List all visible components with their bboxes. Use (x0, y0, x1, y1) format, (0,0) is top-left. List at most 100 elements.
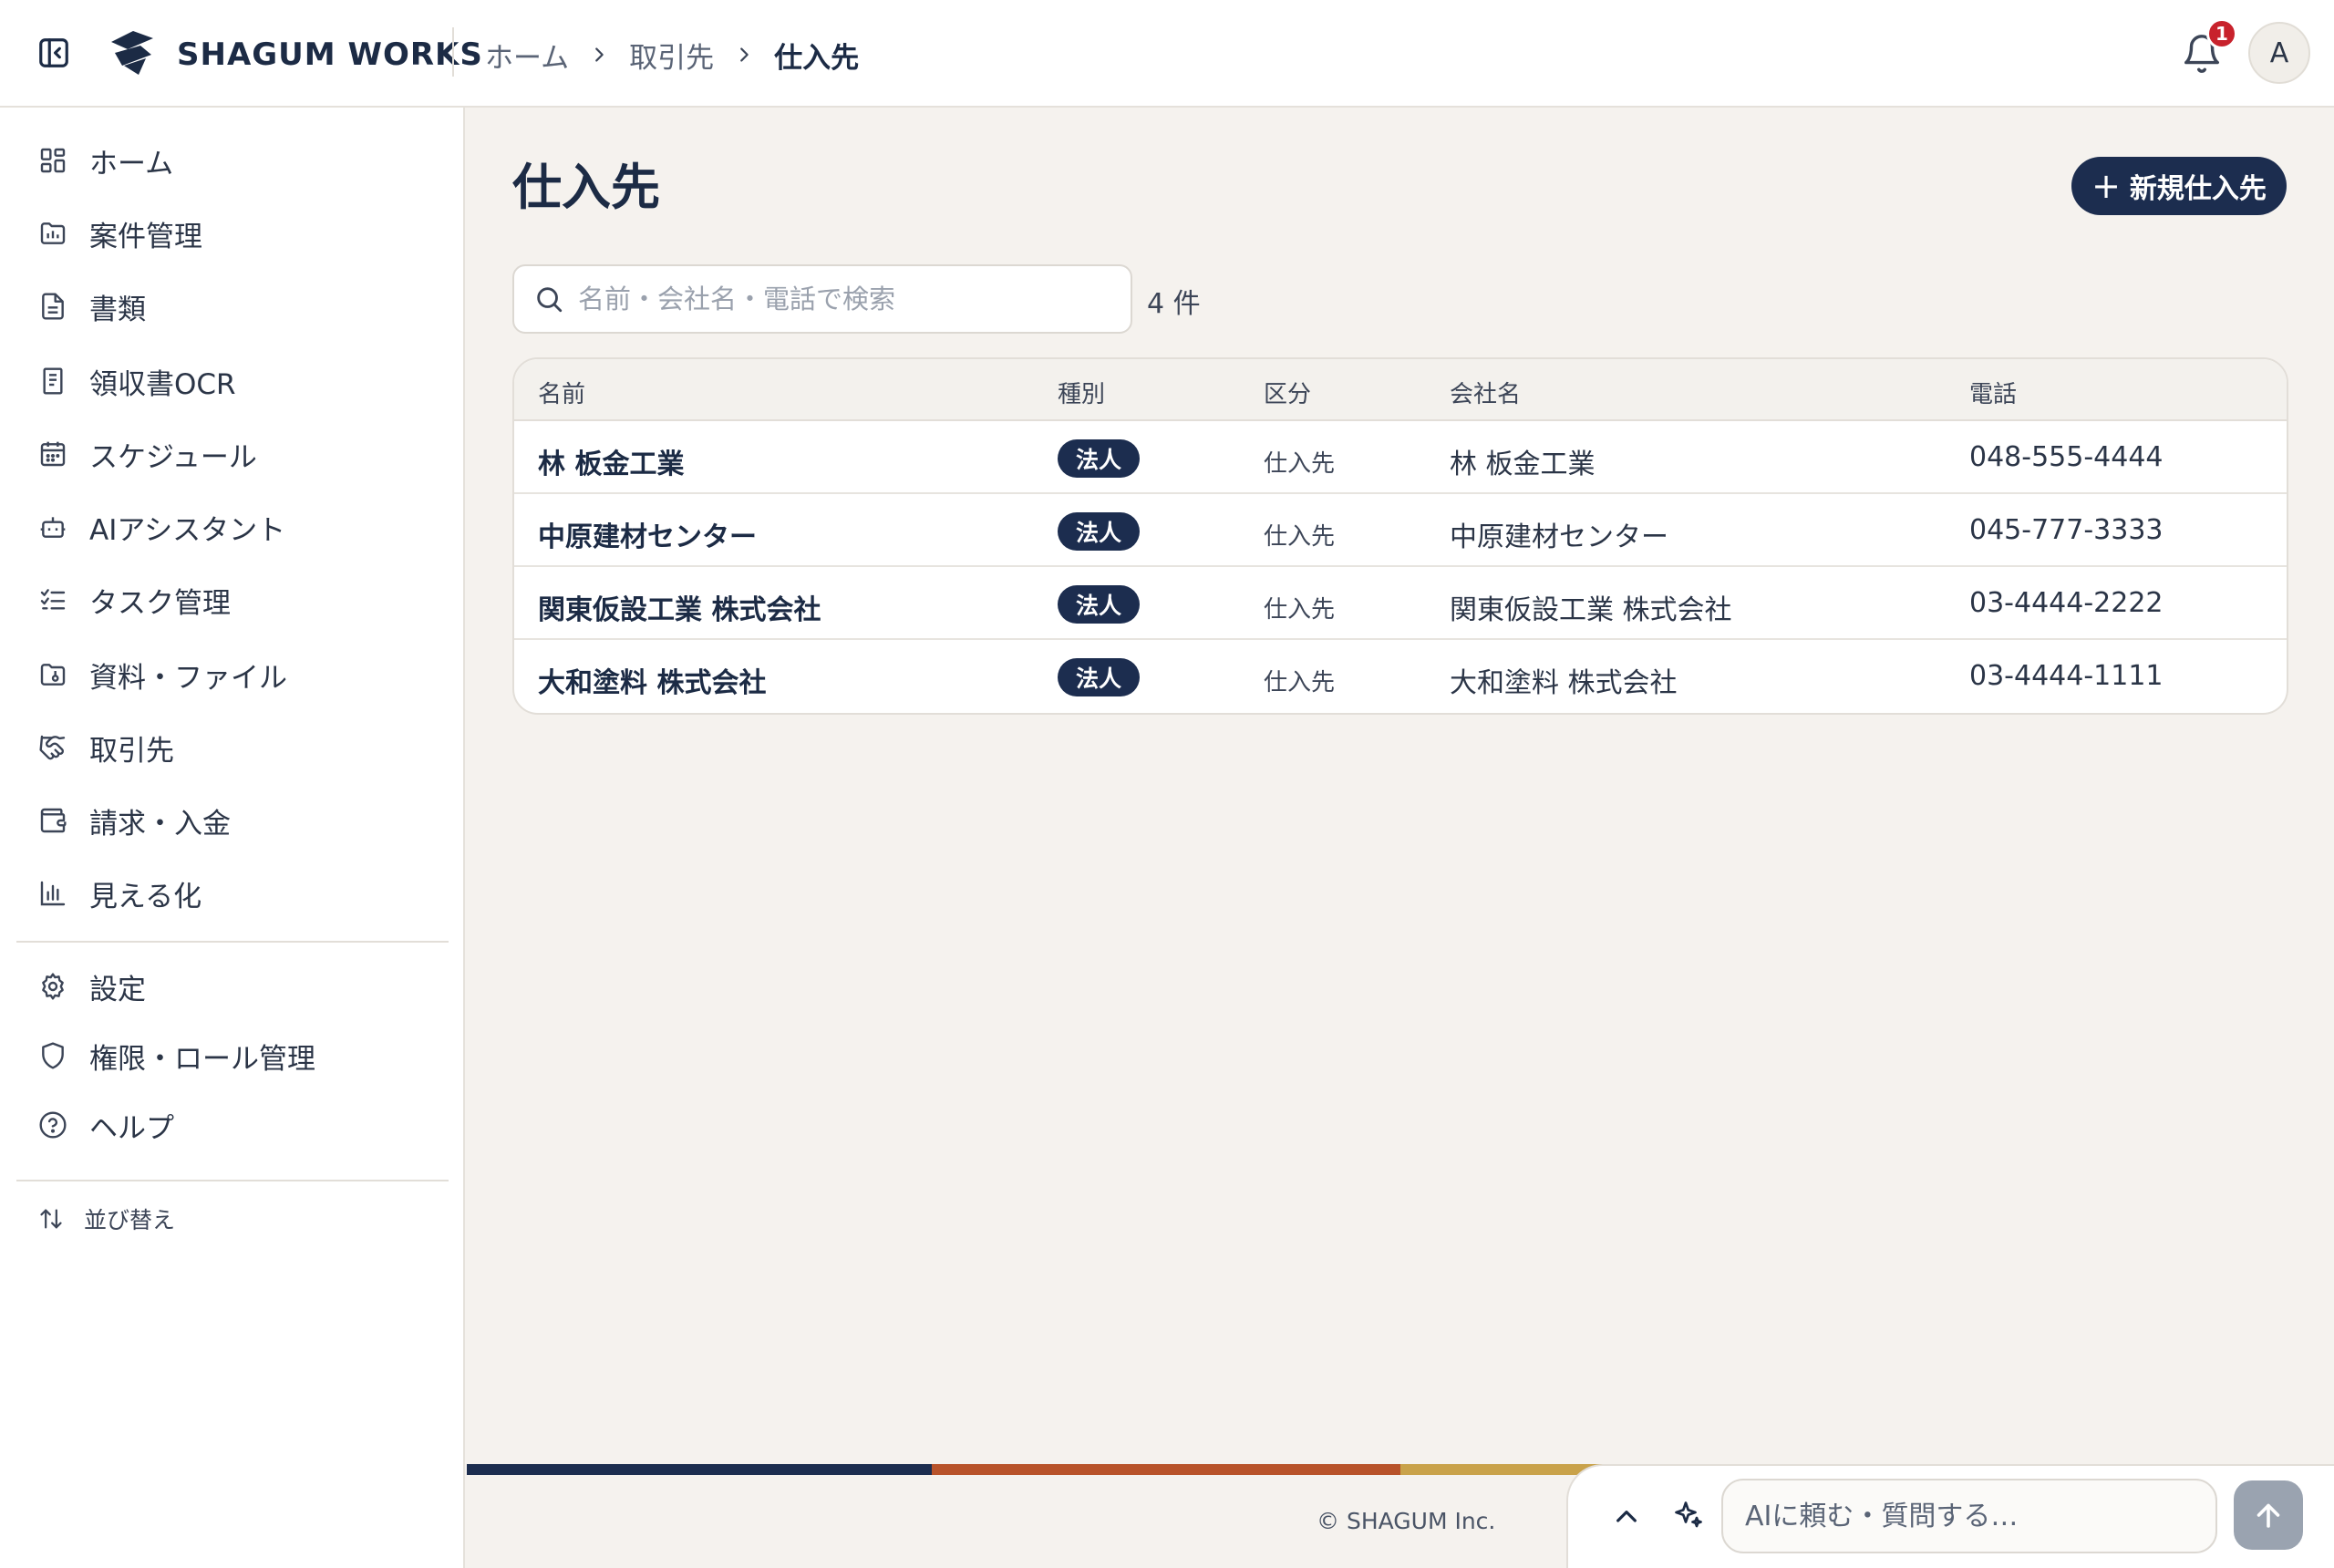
chevron-right-icon (734, 45, 754, 65)
row-name[interactable]: 大和塗料 株式会社 (538, 660, 766, 700)
row-phone: 03-4444-2222 (1969, 587, 2164, 619)
sidebar-item-label: スケジュール (89, 440, 257, 474)
bar-chart-icon (36, 877, 69, 910)
sidebar-item-receipt-ocr[interactable]: 領収書OCR (16, 352, 449, 410)
brand-name: SHAGUM WORKS (177, 36, 483, 73)
column-header-type[interactable]: 種別 (1058, 376, 1105, 409)
plus-icon: + (2091, 166, 2121, 206)
ai-prompt-input[interactable] (1745, 1500, 2201, 1532)
sidebar-item-settings[interactable]: 設定 (16, 957, 449, 1016)
header-divider (452, 27, 454, 77)
sidebar-item-label: 書類 (89, 293, 146, 326)
sidebar-item-label: 請求・入金 (89, 807, 231, 841)
row-category: 仕入先 (1264, 450, 1336, 478)
breadcrumb: ホーム 取引先 仕入先 (485, 33, 859, 77)
handshake-icon (36, 731, 69, 764)
row-company: 中原建材センター (1450, 521, 1668, 553)
sidebar-item-home[interactable]: ホーム (16, 131, 449, 190)
row-company: 大和塗料 株式会社 (1450, 667, 1678, 699)
type-badge: 法人 (1058, 585, 1140, 624)
task-list-icon (36, 583, 69, 616)
sidebar-item-billing[interactable]: 請求・入金 (16, 791, 449, 850)
row-name[interactable]: 関東仮設工業 株式会社 (538, 587, 821, 627)
sidebar-item-schedule[interactable]: スケジュール (16, 425, 449, 483)
sort-label: 並び替え (84, 1207, 176, 1233)
sidebar-item-label: 資料・ファイル (89, 661, 287, 695)
breadcrumb-partners[interactable]: 取引先 (629, 35, 714, 76)
column-header-category[interactable]: 区分 (1264, 376, 1311, 409)
notification-badge: 1 (2206, 18, 2237, 49)
search-input[interactable] (578, 284, 1116, 315)
folder-chart-icon (36, 217, 69, 250)
row-category: 仕入先 (1264, 523, 1336, 551)
sidebar-item-analytics[interactable]: 見える化 (16, 864, 449, 923)
column-header-name[interactable]: 名前 (538, 376, 585, 409)
row-phone: 03-4444-1111 (1969, 660, 2164, 692)
sidebar-item-label: 設定 (89, 973, 146, 1006)
page-title: 仕入先 (512, 159, 660, 216)
table-row[interactable]: 林 板金工業 法人 仕入先 林 板金工業 048-555-4444 (514, 421, 2287, 494)
sidebar-divider (16, 941, 449, 943)
search-box (512, 264, 1132, 334)
dashboard-icon (36, 144, 69, 177)
receipt-icon (36, 365, 69, 397)
row-name[interactable]: 中原建材センター (538, 514, 757, 554)
sidebar-item-label: ヘルプ (89, 1111, 174, 1145)
sidebar-item-label: AIアシスタント (89, 513, 286, 547)
sidebar-toggle-button[interactable] (36, 36, 71, 70)
row-name[interactable]: 林 板金工業 (538, 441, 684, 481)
sidebar-item-label: 見える化 (89, 880, 202, 913)
sidebar-item-label: 権限・ロール管理 (89, 1042, 315, 1076)
shield-icon (36, 1039, 69, 1072)
search-icon (531, 281, 567, 317)
type-badge: 法人 (1058, 512, 1140, 551)
table-row[interactable]: 中原建材センター 法人 仕入先 中原建材センター 045-777-3333 (514, 494, 2287, 567)
ai-prompt-box (1721, 1479, 2217, 1553)
column-header-phone[interactable]: 電話 (1969, 376, 2017, 409)
row-category: 仕入先 (1264, 596, 1336, 624)
expand-ai-button[interactable] (1608, 1499, 1645, 1535)
sidebar: ホーム 案件管理 書類 領収書OCR スケジュール AIアシスタント タスク管理… (0, 108, 465, 1568)
user-avatar[interactable]: A (2248, 22, 2310, 84)
sidebar-item-documents[interactable]: 書類 (16, 277, 449, 335)
folder-file-icon (36, 658, 69, 691)
row-category: 仕入先 (1264, 669, 1336, 696)
chevron-right-icon (589, 45, 609, 65)
calendar-icon (36, 438, 69, 470)
table-row[interactable]: 関東仮設工業 株式会社 法人 仕入先 関東仮設工業 株式会社 03-4444-2… (514, 567, 2287, 640)
sidebar-sort-button[interactable]: 並び替え (16, 1196, 449, 1242)
sidebar-item-files[interactable]: 資料・ファイル (16, 645, 449, 704)
result-count: 4 件 (1147, 288, 1201, 320)
brand-logo (111, 31, 153, 75)
sidebar-item-ai-assistant[interactable]: AIアシスタント (16, 498, 449, 556)
sidebar-item-permissions[interactable]: 権限・ロール管理 (16, 1026, 449, 1085)
sparkle-icon (1670, 1497, 1707, 1533)
breadcrumb-current: 仕入先 (774, 41, 860, 75)
sidebar-item-partners[interactable]: 取引先 (16, 718, 449, 777)
help-icon (36, 1109, 69, 1141)
sidebar-item-help[interactable]: ヘルプ (16, 1096, 449, 1154)
bot-icon (36, 511, 69, 543)
gear-icon (36, 970, 69, 1003)
sidebar-item-tasks[interactable]: タスク管理 (16, 571, 449, 629)
sidebar-item-label: 領収書OCR (89, 367, 236, 401)
sidebar-collapse-icon (39, 38, 68, 67)
row-phone: 048-555-4444 (1969, 441, 2164, 473)
new-supplier-button[interactable]: + 新規仕入先 (2071, 157, 2287, 215)
sidebar-item-label: 取引先 (89, 734, 174, 768)
type-badge: 法人 (1058, 658, 1140, 696)
row-company: 林 板金工業 (1450, 449, 1596, 480)
table-row[interactable]: 大和塗料 株式会社 法人 仕入先 大和塗料 株式会社 03-4444-1111 (514, 640, 2287, 713)
new-supplier-label: 新規仕入先 (2129, 173, 2267, 205)
sidebar-item-projects[interactable]: 案件管理 (16, 204, 449, 263)
column-header-company[interactable]: 会社名 (1450, 376, 1521, 409)
breadcrumb-home[interactable]: ホーム (485, 35, 569, 76)
top-header: SHAGUM WORKS ホーム 取引先 仕入先 1 A (0, 0, 2334, 108)
row-phone: 045-777-3333 (1969, 514, 2164, 546)
wallet-icon (36, 804, 69, 837)
document-icon (36, 290, 69, 323)
ai-send-button[interactable] (2234, 1480, 2303, 1550)
sidebar-item-label: ホーム (89, 147, 174, 181)
type-badge: 法人 (1058, 439, 1140, 478)
suppliers-table: 名前 種別 区分 会社名 電話 林 板金工業 法人 仕入先 林 板金工業 048… (512, 357, 2288, 715)
